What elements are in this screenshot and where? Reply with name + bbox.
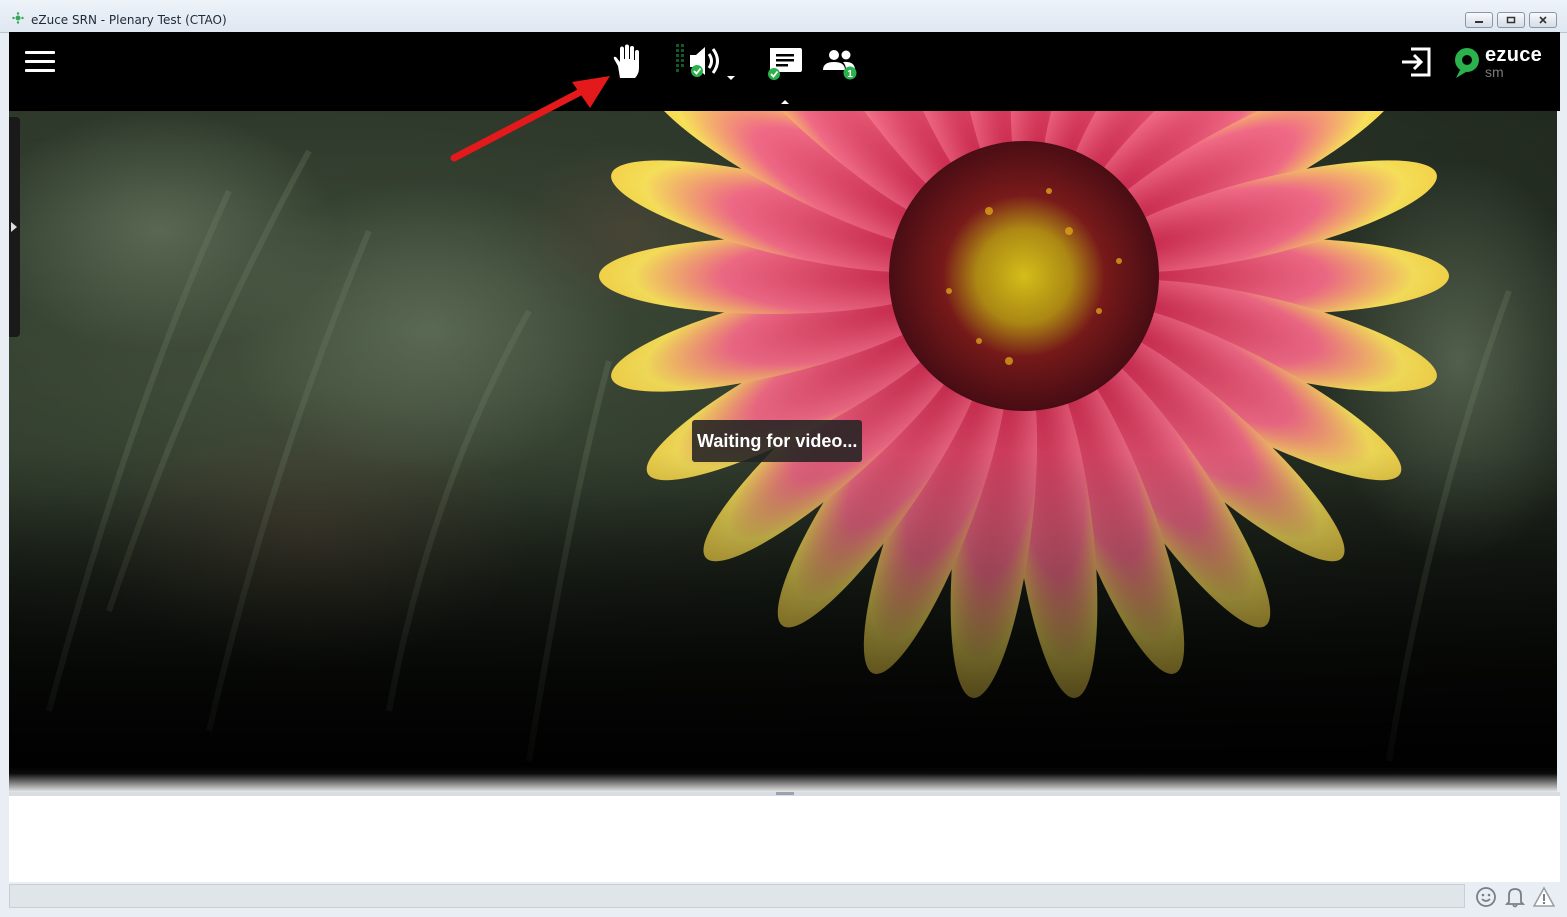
participants-count-badge: 1 — [847, 69, 853, 80]
menu-icon-line — [25, 60, 55, 63]
close-icon — [1539, 16, 1547, 24]
restore-button[interactable] — [1497, 12, 1525, 28]
waiting-for-video-label: Waiting for video... — [692, 420, 863, 462]
logo-subtext: sm — [1485, 64, 1504, 80]
logo-icon — [1455, 48, 1479, 78]
chat-message-area — [9, 796, 1560, 882]
restore-icon — [1506, 16, 1516, 24]
ezuce-logo: ezuce sm — [1452, 44, 1552, 84]
warning-icon[interactable] — [1533, 886, 1555, 908]
bell-icon[interactable] — [1505, 886, 1525, 908]
menu-icon-line — [25, 69, 55, 72]
app-icon — [12, 12, 24, 24]
bottom-status-icons — [1475, 885, 1555, 909]
chat-icon[interactable] — [767, 46, 803, 82]
chat-input[interactable] — [9, 884, 1465, 908]
participants-icon[interactable]: 1 — [821, 48, 861, 82]
exit-icon[interactable] — [1399, 46, 1433, 78]
window-title: eZuce SRN - Plenary Test (CTAO) — [31, 13, 227, 27]
minimize-button[interactable] — [1465, 12, 1493, 28]
speaker-button[interactable] — [673, 42, 743, 84]
window-controls — [1465, 12, 1557, 28]
minimize-icon — [1475, 21, 1483, 23]
audio-level-bars — [676, 44, 684, 72]
collapse-toolbar-icon[interactable] — [780, 99, 790, 105]
menu-button[interactable] — [25, 51, 55, 73]
annotation-arrow — [450, 76, 610, 162]
menu-icon — [25, 51, 55, 54]
top-toolbar: 1 ezuce sm — [9, 32, 1560, 111]
side-panel-toggle[interactable] — [9, 117, 20, 337]
video-area: Waiting for video... — [9, 111, 1557, 794]
chevron-down-icon — [727, 76, 735, 80]
emoji-icon[interactable] — [1475, 886, 1497, 908]
window-titlebar: eZuce SRN - Plenary Test (CTAO) — [0, 0, 1567, 33]
close-button[interactable] — [1529, 12, 1557, 28]
